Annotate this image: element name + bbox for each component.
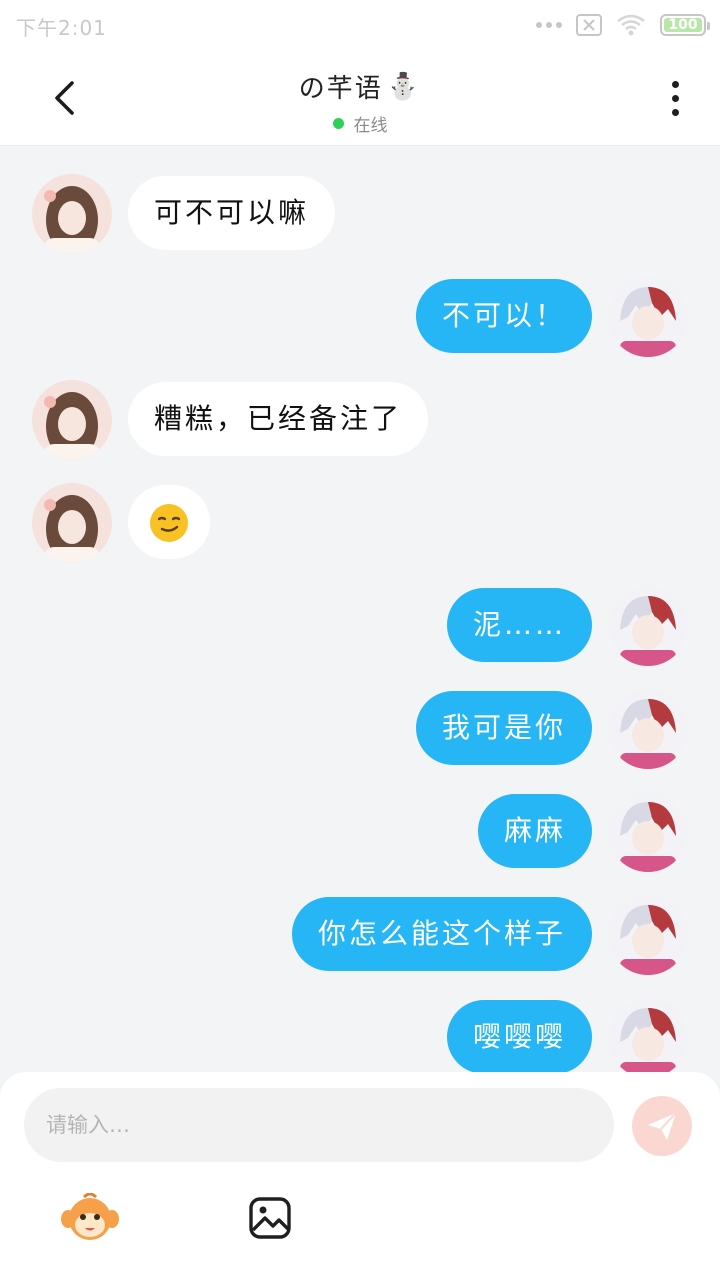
wifi-icon: [617, 14, 645, 36]
signal-dots-icon: [536, 22, 562, 28]
snowman-icon: ⛄: [386, 71, 422, 102]
contact-info: の芊语 ⛄ 在线: [0, 68, 720, 137]
status-bar: 下午2:01 100: [0, 0, 720, 50]
message-item: 不可以！: [0, 277, 720, 361]
user-avatar[interactable]: [608, 586, 688, 666]
more-dot-icon: [671, 94, 679, 102]
battery-level: 100: [668, 17, 698, 33]
more-dot-icon: [671, 80, 679, 88]
message-bubble[interactable]: 嘤嘤嘤: [446, 1000, 592, 1074]
online-dot-icon: [332, 118, 344, 129]
image-picker-button[interactable]: [240, 1190, 300, 1246]
contact-avatar[interactable]: [32, 380, 112, 460]
message-item: 糟糕，已经备注了: [0, 380, 720, 464]
user-avatar[interactable]: [608, 792, 688, 872]
presence-text: 在线: [353, 116, 388, 136]
composer: [0, 1072, 720, 1280]
send-button[interactable]: [632, 1096, 692, 1156]
message-item: 嘤嘤嘤: [0, 998, 720, 1076]
message-bubble[interactable]: 可不可以嘛: [128, 176, 336, 250]
message-list[interactable]: 可不可以嘛 不可以！ 糟糕，已经备注了 泥…… 我可是你 麻麻 你怎么能这个样子…: [0, 146, 720, 1076]
sticker-button[interactable]: [60, 1190, 120, 1246]
message-item: 泥……: [0, 586, 720, 670]
image-icon: [249, 1197, 291, 1239]
message-bubble[interactable]: 糟糕，已经备注了: [128, 382, 429, 456]
paper-plane-icon: [648, 1112, 677, 1140]
message-item: 我可是你: [0, 689, 720, 773]
message-item: 麻麻: [0, 792, 720, 876]
message-bubble[interactable]: 你怎么能这个样子: [291, 897, 592, 971]
message-item: 可不可以嘛: [0, 174, 720, 258]
message-bubble[interactable]: 我可是你: [415, 691, 592, 765]
smirk-emoji-icon: [150, 504, 188, 542]
user-avatar[interactable]: [608, 277, 688, 357]
user-avatar[interactable]: [608, 689, 688, 769]
message-bubble[interactable]: 麻麻: [477, 794, 592, 868]
status-time: 下午2:01: [16, 16, 107, 40]
mascot-sticker-icon: [61, 1193, 119, 1240]
contact-name: の芊语 ⛄: [299, 68, 421, 105]
chat-screen: 下午2:01 100 の芊语 ⛄ 在线 可不可以嘛 不可以！ 糟糕，已经备注了 …: [0, 0, 720, 1280]
message-item: [0, 483, 720, 567]
no-sim-icon: [576, 14, 602, 36]
presence-status: 在线: [0, 111, 720, 136]
message-input[interactable]: [24, 1088, 614, 1162]
contact-avatar[interactable]: [32, 174, 112, 254]
status-icons: 100: [536, 12, 710, 38]
user-avatar[interactable]: [608, 998, 688, 1076]
battery-icon: 100: [660, 14, 710, 36]
user-avatar[interactable]: [608, 895, 688, 975]
message-bubble[interactable]: 不可以！: [415, 279, 592, 353]
contact-name-text: の芊语: [298, 74, 383, 104]
chat-header: の芊语 ⛄ 在线: [0, 50, 720, 146]
message-item: 你怎么能这个样子: [0, 895, 720, 979]
more-options-button[interactable]: [660, 76, 690, 120]
message-bubble[interactable]: [128, 485, 210, 559]
more-dot-icon: [671, 108, 679, 116]
message-bubble[interactable]: 泥……: [446, 588, 592, 662]
contact-avatar[interactable]: [32, 483, 112, 563]
